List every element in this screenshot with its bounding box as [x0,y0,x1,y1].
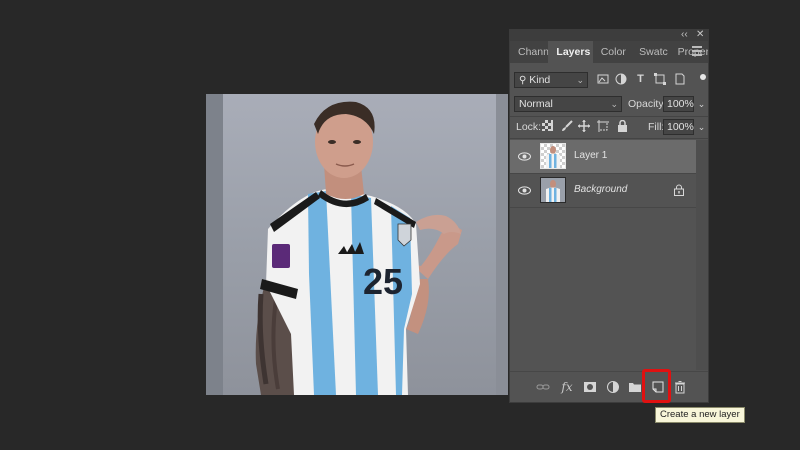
adjustment-icon[interactable] [606,380,620,394]
filter-kind-label: Kind [529,74,551,86]
opacity-input[interactable]: 100% [663,96,694,112]
fx-icon[interactable]: fx [560,380,574,394]
filter-toggle-dot[interactable] [700,74,706,80]
layer-name[interactable]: Layer 1 [574,150,607,161]
layer-row-background[interactable]: Background [510,174,696,208]
folder-icon[interactable] [628,380,642,394]
divider [510,116,708,117]
pixel-filter-icon[interactable] [596,73,609,86]
layer-name[interactable]: Background [574,184,627,195]
blend-mode-value: Normal [519,98,553,110]
document-canvas[interactable]: 25 [206,94,508,395]
tooltip: Create a new layer [655,407,745,423]
panel-menu-icon[interactable] [692,46,702,58]
tab-swatches[interactable]: Swatc [631,41,669,63]
shape-filter-icon[interactable] [653,73,666,86]
panel-tab-strip: Chann Layers Color Swatc Proper [510,41,708,63]
visibility-eye-icon[interactable] [518,184,531,197]
smart-object-filter-icon[interactable] [673,73,686,86]
opacity-chevron-icon[interactable]: ⌄ [695,98,708,111]
fill-label: Fill: [648,121,665,133]
lock-icon[interactable] [673,184,685,196]
visibility-eye-icon[interactable] [518,150,531,163]
type-filter-icon[interactable]: T [634,73,647,86]
tab-layers[interactable]: Layers [548,41,593,63]
layers-scrollbar[interactable] [696,140,708,370]
layer-row-layer-1[interactable]: Layer 1 [510,140,696,174]
panel-titlebar: ‹‹ ✕ [510,29,708,41]
lock-all-icon[interactable] [616,119,629,133]
tab-color[interactable]: Color [593,41,631,63]
layer-thumbnail [540,177,566,203]
opacity-label: Opacity: [628,98,667,110]
layer-thumbnail [540,143,566,169]
mask-icon[interactable] [583,380,597,394]
search-icon: ⚲ [519,75,527,86]
photo-subject: 25 [255,101,462,395]
layers-bottom-toolbar: fx [510,371,708,402]
lock-transparent-icon[interactable] [541,120,554,133]
fill-chevron-icon[interactable]: ⌄ [695,121,708,134]
lock-label: Lock: [516,121,542,133]
tab-properties[interactable]: Proper [670,41,708,63]
fill-input[interactable]: 100% [663,119,694,135]
link-icon[interactable] [536,380,550,394]
divider [510,138,708,139]
lock-move-icon[interactable] [577,120,590,133]
tab-channels[interactable]: Chann [510,41,548,63]
lock-brush-icon[interactable] [560,120,573,133]
layers-list: Layer 1 Background [510,140,696,208]
new-layer-highlight-box [642,369,671,403]
blend-mode-select[interactable]: Normal ⌄ [514,96,622,112]
jersey-number: 25 [363,261,403,302]
trash-icon[interactable] [673,380,687,394]
close-panel-icon[interactable]: ✕ [696,29,704,41]
chevron-down-icon: ⌄ [610,99,618,109]
filter-kind-select[interactable]: ⚲ Kind ⌄ [514,72,588,88]
layers-panel: ‹‹ ✕ Chann Layers Color Swatc Proper ⚲ K… [509,29,709,403]
chevron-down-icon: ⌄ [576,75,584,85]
lock-artboard-icon[interactable] [596,120,609,133]
collapse-panel-icon[interactable]: ‹‹ [681,29,688,41]
adjustment-filter-icon[interactable] [614,73,627,86]
